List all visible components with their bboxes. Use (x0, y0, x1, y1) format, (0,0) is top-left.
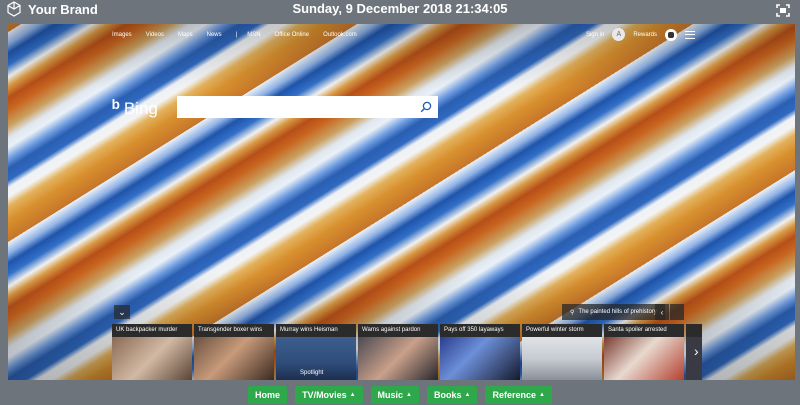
tv-movies-button[interactable]: TV/Movies ▲ (295, 386, 363, 404)
location-pin-icon: ⚲ (570, 309, 575, 316)
news-headline: Warns against pardon (358, 324, 438, 337)
news-headline: Powerful winter storm (522, 324, 602, 337)
nav-outlook[interactable]: Outlook.com (323, 32, 357, 38)
news-thumbnail (522, 337, 602, 380)
news-card[interactable]: Pays off 350 layaways (440, 324, 520, 380)
nav-maps[interactable]: Maps (178, 32, 193, 38)
bing-logo-text: Bing (123, 98, 158, 118)
image-credit-text: The painted hills of prehistory (578, 309, 657, 315)
reference-button[interactable]: Reference ▲ (485, 386, 552, 404)
news-headline (686, 324, 702, 337)
top-bar: Your Brand Sunday, 9 December 2018 21:34… (0, 0, 800, 22)
rewards-link[interactable]: Rewards (633, 32, 657, 38)
home-button-label: Home (255, 390, 281, 400)
music-button[interactable]: Music ▲ (370, 386, 419, 404)
spotlight-tag: Spotlight (300, 370, 324, 376)
image-credit[interactable]: ⚲ The painted hills of prehistory (562, 304, 665, 320)
news-thumbnail (358, 337, 438, 380)
news-headline: Murray wins Heisman (276, 324, 356, 337)
news-card[interactable]: Transgender boxer wins (194, 324, 274, 380)
caret-up-icon: ▲ (539, 392, 545, 398)
nav-videos[interactable]: Videos (146, 32, 164, 38)
news-thumbnail (194, 337, 274, 380)
search-input[interactable] (177, 96, 407, 118)
nav-news[interactable]: News (207, 32, 222, 38)
home-button[interactable]: Home (248, 386, 288, 404)
news-card[interactable]: Powerful winter storm (522, 324, 602, 380)
reference-button-label: Reference (492, 390, 536, 400)
news-headline: Santa spoiler arrested (604, 324, 684, 337)
fullscreen-icon[interactable] (776, 4, 790, 17)
collapse-news-button[interactable]: ⌄ (114, 305, 130, 319)
news-headline: Transgender boxer wins (194, 324, 274, 337)
next-image-button[interactable] (670, 304, 684, 320)
news-carousel: UK backpacker murder Transgender boxer w… (112, 324, 702, 380)
bing-page: Images Videos Maps News | MSN Office Onl… (8, 24, 795, 380)
news-card[interactable]: Santa spoiler arrested (604, 324, 684, 380)
rewards-medal-icon[interactable] (665, 28, 677, 41)
music-button-label: Music (377, 390, 404, 400)
news-card[interactable]: UK backpacker murder (112, 324, 192, 380)
menu-icon[interactable] (685, 30, 695, 39)
news-next-arrow-icon[interactable]: › (694, 343, 699, 359)
caret-up-icon: ▲ (464, 392, 471, 398)
bing-logo: ᵇ Bing (112, 97, 158, 120)
search-icon[interactable] (420, 101, 432, 113)
signin-link[interactable]: Sign in (586, 32, 604, 38)
news-thumbnail (440, 337, 520, 380)
datetime-display: Sunday, 9 December 2018 21:34:05 (292, 1, 508, 16)
nav-office-online[interactable]: Office Online (275, 32, 310, 38)
nav-msn[interactable]: MSN (247, 32, 260, 38)
chevron-down-icon: ⌄ (118, 306, 126, 317)
previous-image-button[interactable]: ‹ (655, 304, 669, 320)
bing-account-area: Sign in A Rewards (586, 28, 695, 41)
books-button-label: Books (434, 390, 462, 400)
news-thumbnail (604, 337, 684, 380)
bing-b-icon: ᵇ (112, 97, 120, 119)
bing-top-nav: Images Videos Maps News | MSN Office Onl… (112, 32, 371, 38)
books-button[interactable]: Books ▲ (427, 386, 478, 404)
nav-images[interactable]: Images (112, 32, 132, 38)
news-card[interactable]: Murray wins Heisman Spotlight (276, 324, 356, 380)
nav-separator: | (235, 32, 238, 38)
news-headline: UK backpacker murder (112, 324, 192, 337)
tv-movies-button-label: TV/Movies (302, 390, 347, 400)
news-card[interactable]: Warns against pardon (358, 324, 438, 380)
caret-up-icon: ▲ (349, 392, 356, 398)
news-headline: Pays off 350 layaways (440, 324, 520, 337)
caret-up-icon: ▲ (406, 392, 412, 398)
news-thumbnail (112, 337, 192, 380)
bottom-nav: Home TV/Movies ▲ Music ▲ Books ▲ Referen… (0, 386, 800, 404)
avatar[interactable]: A (612, 28, 626, 41)
image-nav: ‹ (654, 304, 684, 320)
search-box (177, 96, 438, 118)
